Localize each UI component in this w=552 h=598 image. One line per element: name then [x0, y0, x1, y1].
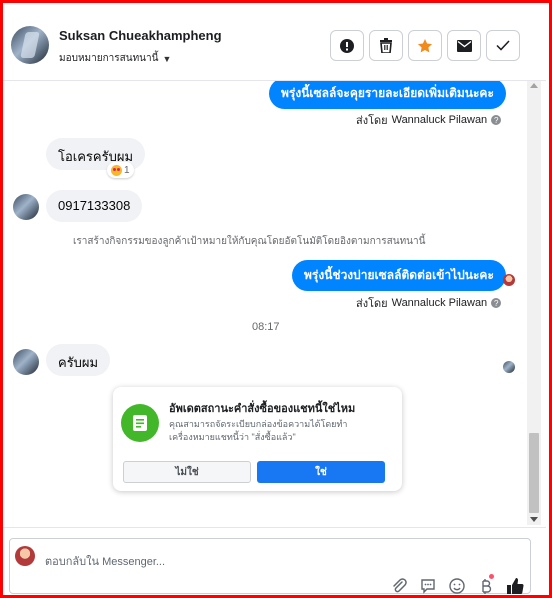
- order-list-icon: [121, 404, 159, 442]
- scroll-thumb[interactable]: [529, 433, 539, 513]
- message-reaction[interactable]: 1: [107, 162, 134, 178]
- baht-icon: [482, 579, 492, 594]
- contact-avatar-small: [13, 349, 39, 375]
- sent-by-prefix: ส่งโดย: [356, 298, 388, 310]
- assign-conversation-dropdown[interactable]: มอบหมายการสนทนานี้ ▼: [59, 51, 171, 66]
- paperclip-icon: [393, 578, 407, 593]
- header-actions: [330, 30, 520, 61]
- scroll-down-icon[interactable]: [530, 517, 538, 522]
- incoming-message[interactable]: 0917133308: [46, 190, 143, 222]
- info-icon[interactable]: ?: [491, 115, 502, 125]
- notification-dot: [489, 574, 494, 579]
- mark-spam-button[interactable]: [330, 30, 364, 61]
- mark-done-button[interactable]: [486, 30, 520, 61]
- attachment-button[interactable]: [389, 576, 409, 596]
- caret-down-icon: ▼: [162, 53, 172, 64]
- thumbs-up-icon: [507, 578, 524, 595]
- sent-by-prefix: ส่งโดย: [356, 115, 388, 127]
- scroll-up-icon[interactable]: [530, 83, 538, 88]
- alert-icon: [340, 38, 354, 53]
- thread-scrollbar[interactable]: [527, 81, 541, 525]
- sender-name: Wannaluck Pilawan: [391, 114, 488, 126]
- card-body: คุณสามารถจัดระเบียบกล่องข้อความได้โดยทำเ…: [169, 419, 348, 442]
- conversation-header: Suksan Chueakhampheng มอบหมายการสนทนานี้…: [3, 3, 546, 81]
- seen-avatar: [503, 361, 515, 373]
- star-icon: [418, 38, 432, 52]
- assign-label: มอบหมายการสนทนานี้: [59, 53, 159, 64]
- time-separator: 08:17: [252, 321, 280, 333]
- checkmark-icon: [496, 40, 510, 51]
- info-icon[interactable]: ?: [491, 298, 502, 308]
- smiley-icon: [449, 578, 465, 594]
- contact-avatar-small: [13, 194, 39, 220]
- card-title: อัพเดตสถานะคำสั่งซื้อของแชทนี้ใช่ไหม: [169, 403, 356, 415]
- payment-button[interactable]: [476, 576, 496, 596]
- seen-avatar: [503, 274, 515, 286]
- chat-bubble-icon: [421, 579, 435, 594]
- yes-button[interactable]: ใช่: [257, 461, 385, 483]
- emoji-button[interactable]: [447, 576, 467, 596]
- like-button[interactable]: [505, 576, 525, 596]
- outgoing-message[interactable]: พรุ่งนี้เซลล์จะคุยรายละเอียดเพิ่มเติมนะค…: [269, 81, 506, 109]
- system-message: เราสร้างกิจกรรมของลูกค้าเป้าหมายให้กับคุ…: [73, 236, 426, 247]
- mark-unread-button[interactable]: [447, 30, 481, 61]
- reply-placeholder: ตอบกลับใน Messenger...: [45, 556, 166, 568]
- heart-eyes-emoji-icon: [111, 164, 122, 176]
- outgoing-message[interactable]: พรุ่งนี้ช่วงบ่ายเซลล์ติดต่อเข้าไปนะคะ: [292, 260, 506, 291]
- no-button[interactable]: ไม่ใช่: [123, 461, 251, 483]
- order-status-card: อัพเดตสถานะคำสั่งซื้อของแชทนี้ใช่ไหม คุณ…: [113, 387, 402, 491]
- composer: ตอบกลับใน Messenger...: [3, 527, 546, 595]
- sent-by-line: ส่งโดย Wannaluck Pilawan ?: [356, 111, 502, 129]
- delete-button[interactable]: [369, 30, 403, 61]
- contact-avatar[interactable]: [11, 26, 49, 64]
- composer-tools: [389, 576, 525, 596]
- agent-avatar: [15, 546, 35, 566]
- sent-by-line: ส่งโดย Wannaluck Pilawan ?: [356, 294, 502, 312]
- sender-name: Wannaluck Pilawan: [391, 297, 488, 309]
- star-button[interactable]: [408, 30, 442, 61]
- envelope-icon: [456, 39, 472, 52]
- contact-name[interactable]: Suksan Chueakhampheng: [59, 28, 222, 43]
- reaction-count: 1: [124, 164, 130, 176]
- saved-replies-button[interactable]: [418, 576, 438, 596]
- incoming-message[interactable]: ครับผม: [46, 344, 111, 376]
- trash-icon: [380, 38, 392, 53]
